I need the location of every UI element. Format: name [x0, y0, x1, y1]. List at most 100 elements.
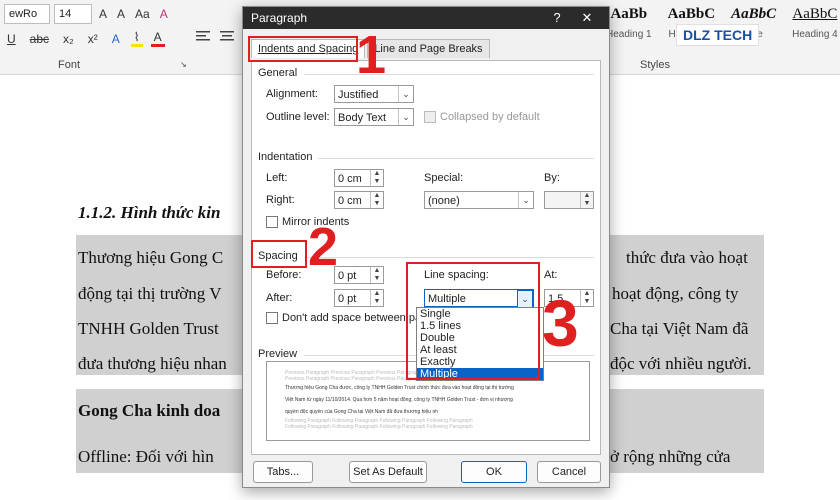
- by-label: By:: [544, 172, 560, 184]
- alignment-dropdown[interactable]: Justified ⌄: [334, 85, 414, 103]
- logo-text: DLZ TECH: [683, 27, 753, 43]
- outline-level-dropdown[interactable]: Body Text ⌄: [334, 108, 414, 126]
- strikethrough-button[interactable]: abc: [27, 32, 52, 46]
- spinner-arrows-icon[interactable]: ▲ ▼: [370, 290, 383, 306]
- outline-level-label: Outline level:: [266, 111, 330, 123]
- align-left-icon[interactable]: [196, 30, 210, 45]
- style-preview: AaBbC: [792, 6, 838, 22]
- style-name: Heading 1: [606, 29, 652, 40]
- special-dropdown[interactable]: (none) ⌄: [424, 191, 534, 209]
- preview-current-text: quyền độc quyền của Gong Cha tại Việt Na…: [285, 409, 439, 415]
- font-name-box[interactable]: ewRo: [4, 4, 50, 24]
- doc-line-right: hoạt động, công ty: [612, 284, 739, 303]
- doc-line: Thương hiệu Gong C: [78, 248, 224, 267]
- help-icon[interactable]: ?: [545, 7, 569, 29]
- collapsed-label: Collapsed by default: [440, 111, 540, 123]
- cancel-button[interactable]: Cancel: [537, 461, 601, 483]
- spinner-arrows-icon[interactable]: ▲ ▼: [370, 267, 383, 283]
- doc-line-right: Cha tại Việt Nam đã: [610, 319, 749, 338]
- highlight-icon[interactable]: ⌇: [130, 30, 143, 47]
- text-effect-button[interactable]: A: [109, 32, 123, 46]
- style-heading4[interactable]: AaBbC Heading 4: [792, 6, 838, 40]
- outline-level-value: Body Text: [338, 112, 387, 124]
- doc-line: TNHH Golden Trust: [78, 319, 219, 338]
- spinner-arrows-icon[interactable]: ▲ ▼: [370, 170, 383, 186]
- annotation-box-spacing: [251, 240, 307, 268]
- style-name: Heading 4: [792, 29, 838, 40]
- chevron-down-icon: ⌄: [518, 192, 533, 208]
- divider: [318, 158, 594, 159]
- special-value: (none): [428, 195, 460, 207]
- underline-button[interactable]: U: [4, 32, 19, 46]
- before-value: 0 pt: [338, 270, 357, 282]
- at-label: At:: [544, 269, 558, 281]
- before-spinner[interactable]: 0 pt ▲ ▼: [334, 266, 384, 284]
- doc-line: Offline: Đối với hìn: [78, 447, 214, 466]
- spinner-arrows-icon[interactable]: ▲ ▼: [580, 290, 593, 306]
- by-spinner[interactable]: ▲ ▼: [544, 191, 594, 209]
- special-label: Special:: [424, 172, 464, 184]
- annotation-number: 1: [356, 25, 387, 85]
- doc-line: động tại thị trường V: [78, 284, 222, 303]
- align-center-icon[interactable]: [220, 30, 234, 45]
- set-as-default-button[interactable]: Set As Default: [349, 461, 427, 483]
- dialog-title: Paragraph: [251, 11, 308, 25]
- after-spinner[interactable]: 0 pt ▲ ▼: [334, 289, 384, 307]
- preview-current-text: Việt Nam từ ngày 11/10/2014. Qua hơn 5 n…: [285, 397, 513, 403]
- shrink-font-button[interactable]: A: [114, 7, 128, 21]
- grow-font-button[interactable]: A: [96, 7, 110, 21]
- watermark-logo: DLZ TECH: [676, 24, 760, 46]
- ok-button[interactable]: OK: [461, 461, 527, 483]
- annotation-box-line-spacing: [406, 262, 540, 380]
- doc-line: đưa thương hiệu nhan: [78, 354, 227, 373]
- indentation-section-label: Indentation: [258, 151, 313, 163]
- chevron-down-icon: ⌄: [398, 86, 413, 102]
- after-label: After:: [266, 292, 293, 304]
- style-heading1[interactable]: AaBb Heading 1: [606, 6, 652, 40]
- subscript-button[interactable]: x₂: [60, 32, 77, 46]
- preview-current-text: Thương hiệu Gong Cha được, công ty TNHH …: [285, 385, 514, 391]
- change-case-button[interactable]: Aa: [132, 7, 153, 21]
- style-preview: AaBbC: [731, 6, 777, 22]
- doc-line-right: thức đưa vào hoạt: [626, 248, 748, 267]
- spinner-arrows-icon[interactable]: ▲ ▼: [580, 192, 593, 208]
- style-preview: AaBbC: [667, 6, 716, 22]
- annotation-number: 3: [542, 286, 579, 360]
- doc-line-right: ở rộng những cửa: [610, 447, 731, 466]
- styles-group-label: Styles: [640, 59, 670, 71]
- mirror-indents-checkbox[interactable]: [266, 216, 278, 228]
- left-indent-spinner[interactable]: 0 cm ▲ ▼: [334, 169, 384, 187]
- alignment-value: Justified: [338, 89, 379, 101]
- superscript-button[interactable]: x²: [85, 32, 101, 46]
- tabs-button[interactable]: Tabs...: [253, 461, 313, 483]
- divider: [304, 74, 594, 75]
- general-section-label: General: [258, 67, 298, 79]
- dialog-titlebar: Paragraph ? ✕: [243, 7, 609, 29]
- font-row-1: ewRo 14 A A Aa A: [4, 4, 171, 24]
- style-preview: AaBb: [610, 6, 648, 22]
- left-indent-label: Left:: [266, 172, 288, 184]
- collapsed-checkbox[interactable]: [424, 111, 436, 123]
- font-group-label: Font: [58, 59, 81, 71]
- font-size-box[interactable]: 14: [54, 4, 92, 24]
- doc-subheading: Gong Cha kinh doa: [78, 401, 221, 420]
- preview-following-text: Following Paragraph Following Paragraph …: [285, 424, 473, 430]
- right-indent-spinner[interactable]: 0 cm ▲ ▼: [334, 191, 384, 209]
- spinner-arrows-icon[interactable]: ▲ ▼: [370, 192, 383, 208]
- font-color-button[interactable]: A: [150, 30, 165, 47]
- annotation-box-tab: [248, 36, 358, 62]
- doc-heading: 1.1.2. Hình thức kin: [78, 203, 221, 222]
- clear-format-button[interactable]: A: [157, 7, 171, 21]
- font-dialog-launcher-icon[interactable]: ↘: [180, 60, 187, 69]
- right-indent-label: Right:: [266, 194, 295, 206]
- font-row-2: U abc x₂ x² A ⌇ A: [4, 30, 165, 47]
- dont-add-space-checkbox[interactable]: [266, 312, 278, 324]
- preview-section-label: Preview: [258, 348, 298, 360]
- after-value: 0 pt: [338, 293, 357, 305]
- annotation-number: 2: [308, 217, 339, 277]
- left-indent-value: 0 cm: [338, 173, 362, 185]
- close-icon[interactable]: ✕: [575, 7, 599, 29]
- right-indent-value: 0 cm: [338, 195, 362, 207]
- before-label: Before:: [266, 269, 302, 281]
- chevron-down-icon: ⌄: [398, 109, 413, 125]
